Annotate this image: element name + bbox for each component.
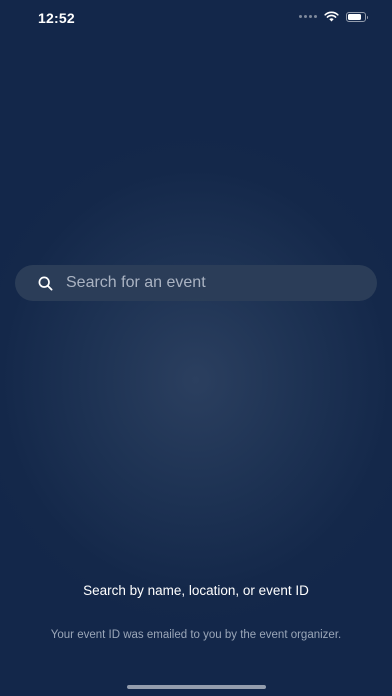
home-indicator[interactable]	[127, 685, 266, 689]
search-hint-title: Search by name, location, or event ID	[83, 583, 309, 598]
battery-icon	[346, 11, 368, 22]
search-icon	[38, 276, 53, 291]
status-time: 12:52	[38, 10, 75, 26]
wifi-icon	[324, 11, 339, 22]
event-search-screen: 12:52 Search by name, location, or event…	[0, 0, 392, 696]
signal-dots-icon	[299, 15, 317, 18]
status-bar: 12:52	[0, 0, 392, 36]
search-input[interactable]	[66, 265, 363, 301]
battery-fill	[348, 13, 361, 20]
search-hint-subtitle: Your event ID was emailed to you by the …	[50, 629, 342, 641]
search-bar[interactable]	[15, 265, 377, 301]
status-icons	[299, 11, 368, 22]
